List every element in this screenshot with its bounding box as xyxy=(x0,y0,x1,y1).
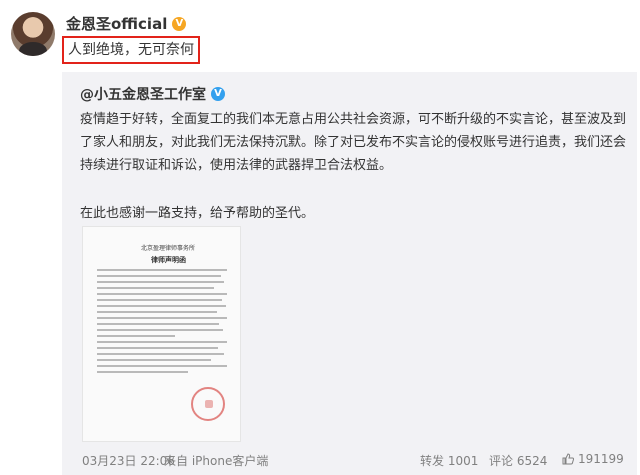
post-author[interactable]: 金恩圣official V xyxy=(66,13,187,34)
document-title: 律师声明函 xyxy=(151,256,186,264)
repost-button[interactable]: 转发 1001 xyxy=(420,452,478,469)
repost-card: @小五金恩圣工作室 V 疫情趋于好转，全面复工的我们本无意占用公共社会资源，可不… xyxy=(62,72,637,475)
repost-footer: 03月23日 22:06 来自 iPhone客户端 转发 1001 评论 652… xyxy=(62,452,637,474)
repost-author[interactable]: @小五金恩圣工作室 V xyxy=(80,84,225,104)
repost-author-name[interactable]: @小五金恩圣工作室 xyxy=(80,84,206,104)
document-text-lines xyxy=(97,269,227,377)
verified-icon: V xyxy=(172,16,187,31)
like-count: 191199 xyxy=(578,452,624,466)
repost-body-2: 在此也感谢一路支持，给予帮助的圣代。 xyxy=(80,206,315,221)
statement-document-image[interactable]: 北京盈理律师事务所 律师声明函 xyxy=(82,226,241,442)
thumbs-up-icon xyxy=(562,453,574,465)
post-time[interactable]: 03月23日 22:06 xyxy=(82,452,175,469)
repost-body: 疫情趋于好转，全面复工的我们本无意占用公共社会资源，可不断升级的不实言论，甚至波… xyxy=(80,112,627,173)
document-seal xyxy=(191,387,225,421)
verified-blue-icon: V xyxy=(211,87,225,101)
like-button[interactable]: 191199 xyxy=(562,452,624,466)
document-header: 北京盈理律师事务所 xyxy=(141,245,196,252)
post-source[interactable]: 来自 iPhone客户端 xyxy=(164,452,268,469)
post-author-name[interactable]: 金恩圣official xyxy=(66,13,167,34)
author-avatar[interactable] xyxy=(11,12,55,56)
post-text: 人到绝境，无可奈何 xyxy=(62,36,200,64)
comment-button[interactable]: 评论 6524 xyxy=(489,452,547,469)
